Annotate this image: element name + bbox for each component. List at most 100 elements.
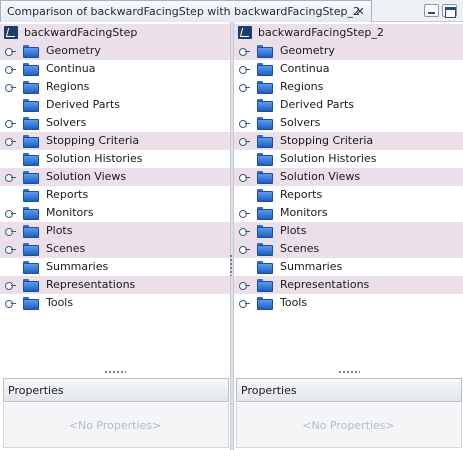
tree-node-label: Solution Histories [280, 152, 377, 165]
tree-root-row[interactable]: backwardFacingStep [0, 24, 230, 42]
expand-toggle-icon[interactable] [5, 47, 16, 56]
tree-node-label: Regions [46, 80, 90, 93]
folder-icon [257, 171, 273, 184]
tree-node-label: Reports [280, 188, 323, 201]
expand-toggle-icon[interactable] [239, 299, 250, 308]
tree-root-row[interactable]: backwardFacingStep_2 [234, 24, 463, 42]
folder-icon [257, 63, 273, 76]
tree-node-monitors[interactable]: Monitors [234, 204, 463, 222]
tree-node-monitors[interactable]: Monitors [0, 204, 230, 222]
expand-toggle-icon[interactable] [239, 245, 250, 254]
tree-node-continua[interactable]: Continua [234, 60, 463, 78]
tree-node-solution-views[interactable]: Solution Views [0, 168, 230, 186]
tree-node-scenes[interactable]: Scenes [0, 240, 230, 258]
no-properties-text: <No Properties> [302, 419, 395, 432]
tree-node-continua[interactable]: Continua [0, 60, 230, 78]
tree-node-solvers[interactable]: Solvers [234, 114, 463, 132]
tree-node-label: Solvers [280, 116, 321, 129]
expand-toggle-icon[interactable] [5, 245, 16, 254]
tree-node-stopping-criteria[interactable]: Stopping Criteria [234, 132, 463, 150]
tree-node-representations[interactable]: Representations [234, 276, 463, 294]
folder-icon [257, 153, 273, 166]
tree-node-label: Monitors [280, 206, 328, 219]
expand-toggle-icon[interactable] [5, 173, 16, 182]
tree-node-label: Geometry [46, 44, 101, 57]
folder-icon [257, 189, 273, 202]
tree-node-derived-parts[interactable]: Derived Parts [234, 96, 463, 114]
tree-splitter-grip[interactable] [338, 370, 360, 374]
tree-node-plots[interactable]: Plots [234, 222, 463, 240]
expand-toggle-icon[interactable] [239, 137, 250, 146]
tree-node-representations[interactable]: Representations [0, 276, 230, 294]
expand-toggle-icon[interactable] [5, 137, 16, 146]
folder-icon [257, 135, 273, 148]
tree-node-label: Tools [280, 296, 308, 309]
expand-toggle-icon[interactable] [5, 65, 16, 74]
tree-node-label: Reports [46, 188, 89, 201]
folder-icon [257, 279, 273, 292]
expand-toggle-icon[interactable] [239, 281, 250, 290]
close-icon[interactable]: ✕ [353, 5, 367, 18]
expand-toggle-icon[interactable] [5, 209, 16, 218]
tree-node-label: Derived Parts [46, 98, 121, 111]
folder-icon [23, 297, 39, 310]
tree-splitter-grip[interactable] [104, 370, 126, 374]
tree-node-derived-parts[interactable]: Derived Parts [0, 96, 230, 114]
expand-toggle-icon[interactable] [239, 65, 250, 74]
expand-toggle-icon[interactable] [5, 227, 16, 236]
expand-toggle-icon[interactable] [5, 281, 16, 290]
tree-node-solvers[interactable]: Solvers [0, 114, 230, 132]
comparison-tab[interactable]: Comparison of backwardFacingStep with ba… [0, 0, 372, 22]
tree-node-label: Solvers [46, 116, 87, 129]
folder-icon [23, 135, 39, 148]
folder-icon [257, 99, 273, 112]
folder-icon [257, 81, 273, 94]
expand-toggle-icon[interactable] [5, 119, 16, 128]
folder-icon [257, 243, 273, 256]
tree-node-reports[interactable]: Reports [0, 186, 230, 204]
tab-title: Comparison of backwardFacingStep with ba… [7, 5, 360, 18]
tree-node-solution-histories[interactable]: Solution Histories [234, 150, 463, 168]
folder-icon [23, 171, 39, 184]
folder-icon [23, 99, 39, 112]
folder-icon [257, 261, 273, 274]
tree-node-solution-histories[interactable]: Solution Histories [0, 150, 230, 168]
left-tree: backwardFacingStep Geometry Continua Regio… [0, 24, 230, 370]
folder-icon [23, 261, 39, 274]
tree-node-label: Scenes [46, 242, 86, 255]
tree-node-tools[interactable]: Tools [0, 294, 230, 312]
tree-node-geometry[interactable]: Geometry [234, 42, 463, 60]
minimize-icon[interactable] [424, 4, 439, 17]
tree-node-regions[interactable]: Regions [0, 78, 230, 96]
expand-toggle-icon[interactable] [5, 83, 16, 92]
expand-toggle-icon[interactable] [239, 209, 250, 218]
expand-toggle-icon[interactable] [239, 173, 250, 182]
expand-toggle-icon[interactable] [5, 299, 16, 308]
tree-node-solution-views[interactable]: Solution Views [234, 168, 463, 186]
tree-node-summaries[interactable]: Summaries [234, 258, 463, 276]
tree-root-label: backwardFacingStep [24, 26, 138, 39]
tree-node-label: Stopping Criteria [46, 134, 140, 147]
tree-node-label: Continua [46, 62, 96, 75]
expand-toggle-icon[interactable] [239, 83, 250, 92]
expand-toggle-icon[interactable] [239, 47, 250, 56]
tree-node-reports[interactable]: Reports [234, 186, 463, 204]
expand-toggle-icon[interactable] [239, 119, 250, 128]
tree-node-label: Plots [280, 224, 307, 237]
tree-node-geometry[interactable]: Geometry [0, 42, 230, 60]
expand-toggle-icon[interactable] [239, 227, 250, 236]
tree-node-label: Geometry [280, 44, 335, 57]
tree-node-tools[interactable]: Tools [234, 294, 463, 312]
tree-node-label: Regions [280, 80, 324, 93]
folder-icon [23, 243, 39, 256]
tree-node-plots[interactable]: Plots [0, 222, 230, 240]
tree-node-scenes[interactable]: Scenes [234, 240, 463, 258]
tree-node-summaries[interactable]: Summaries [0, 258, 230, 276]
tree-node-stopping-criteria[interactable]: Stopping Criteria [0, 132, 230, 150]
tree-node-regions[interactable]: Regions [234, 78, 463, 96]
tree-node-label: Derived Parts [280, 98, 355, 111]
no-properties-text: <No Properties> [68, 419, 162, 432]
folder-icon [23, 153, 39, 166]
tree-node-label: Continua [280, 62, 330, 75]
maximize-icon[interactable] [442, 4, 457, 18]
